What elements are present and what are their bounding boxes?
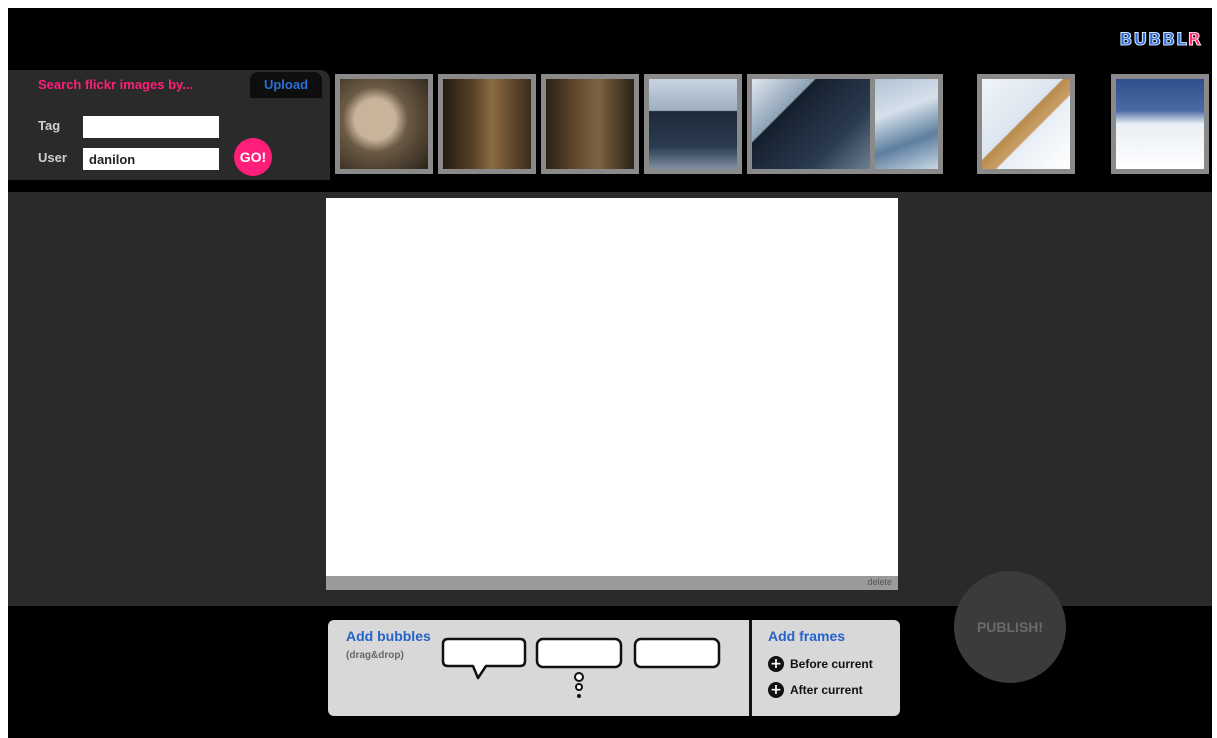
thumbnail-7[interactable] bbox=[1111, 74, 1209, 174]
publish-button[interactable]: PUBLISH! bbox=[954, 571, 1066, 683]
thought-bubble-tool[interactable] bbox=[534, 636, 626, 706]
plus-circle-icon: + bbox=[768, 656, 784, 672]
thumbnail-6[interactable] bbox=[977, 74, 1075, 174]
add-bubbles-title: Add bubbles bbox=[346, 628, 431, 644]
user-input[interactable] bbox=[83, 148, 219, 170]
comic-frame-canvas[interactable] bbox=[326, 198, 898, 576]
tag-label: Tag bbox=[38, 118, 61, 133]
thought-bubble-icon bbox=[535, 637, 623, 698]
comic-workspace: delete bbox=[8, 192, 1212, 606]
user-label: User bbox=[38, 150, 67, 165]
caption-box-tool[interactable] bbox=[632, 636, 722, 674]
logo-accent-text: R bbox=[1187, 30, 1202, 51]
go-button[interactable]: GO! bbox=[234, 138, 272, 176]
street-sign-photo-wide bbox=[752, 79, 870, 169]
bottom-toolbar: Add bubbles (drag&drop) Add frames + Bef… bbox=[328, 620, 900, 716]
snowy-field-photo bbox=[1116, 79, 1204, 169]
add-frames-title: Add frames bbox=[768, 628, 846, 644]
tag-input[interactable] bbox=[83, 116, 219, 138]
after-current-label: After current bbox=[790, 683, 863, 697]
logo-main-text: BUBBL bbox=[1119, 30, 1188, 51]
tab-search-flickr[interactable]: Search flickr images by... bbox=[8, 70, 283, 100]
bubblr-logo: BUBBLR bbox=[1119, 30, 1202, 51]
tab-upload[interactable]: Upload bbox=[250, 72, 322, 98]
thumbnail-4b[interactable] bbox=[747, 74, 875, 174]
add-bubbles-subtitle: (drag&drop) bbox=[346, 650, 404, 661]
thumbnail-1[interactable] bbox=[335, 74, 433, 174]
thumbnail-2[interactable] bbox=[438, 74, 536, 174]
bubblr-app: BUBBLR Search flickr images by... Upload… bbox=[8, 8, 1212, 738]
hallway-person-photo-1 bbox=[443, 79, 531, 169]
add-frame-after-button[interactable]: + After current bbox=[768, 681, 863, 699]
speech-bubble-tool[interactable] bbox=[440, 636, 528, 690]
canvas-footer-bar: delete bbox=[326, 576, 898, 590]
caption-box-icon bbox=[633, 637, 721, 669]
speech-bubble-icon bbox=[441, 637, 527, 680]
thumbnail-strip bbox=[335, 74, 1212, 174]
smiling-woman-photo bbox=[340, 79, 428, 169]
search-panel: Search flickr images by... Upload Tag Us… bbox=[8, 70, 330, 180]
toolbar-divider bbox=[749, 620, 752, 716]
add-frame-before-button[interactable]: + Before current bbox=[768, 655, 873, 673]
thumbnail-4[interactable] bbox=[644, 74, 742, 174]
street-sign-photo bbox=[649, 79, 737, 169]
plus-circle-icon: + bbox=[768, 682, 784, 698]
sled-snow-photo bbox=[982, 79, 1070, 169]
thumbnail-3[interactable] bbox=[541, 74, 639, 174]
before-current-label: Before current bbox=[790, 657, 873, 671]
hallway-person-photo-2 bbox=[546, 79, 634, 169]
delete-frame-link[interactable]: delete bbox=[867, 577, 892, 587]
